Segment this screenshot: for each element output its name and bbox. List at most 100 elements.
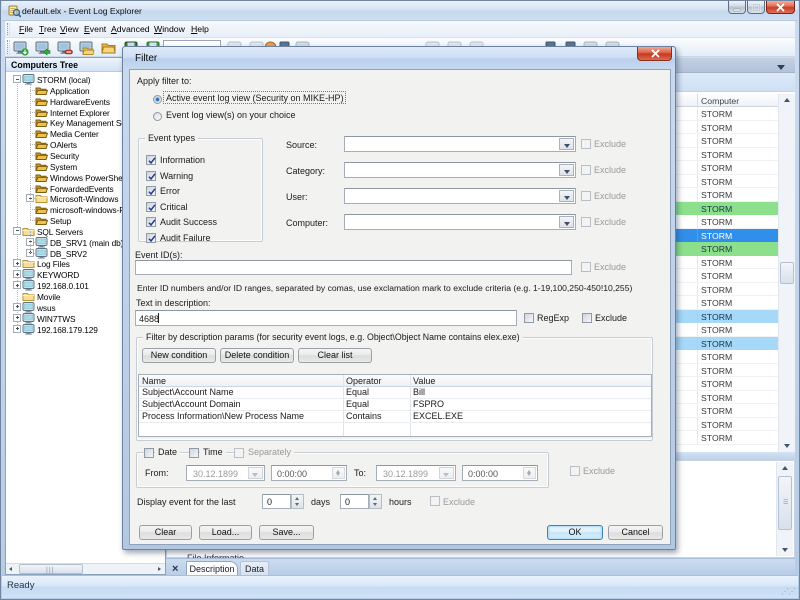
connect-computer-icon[interactable] — [13, 40, 29, 56]
tree-item-label[interactable]: SQL Servers — [37, 227, 83, 237]
text-in-description-input[interactable]: 4688 — [135, 310, 517, 326]
radio-active-view[interactable] — [153, 95, 162, 104]
tree-item-label[interactable]: Security — [50, 151, 79, 161]
delete-condition-button[interactable]: Delete condition — [220, 348, 294, 363]
days-input[interactable]: 0 — [262, 494, 291, 509]
menu-advanced[interactable]: Advanced — [111, 24, 150, 34]
hours-spinner[interactable] — [369, 494, 382, 509]
expand-icon[interactable] — [13, 303, 21, 311]
expand-icon[interactable] — [13, 259, 21, 267]
to-date-picker[interactable]: 30.12.1899 — [376, 465, 456, 481]
tree-item-label[interactable]: WIN7TWS — [37, 314, 75, 324]
date-exclude-checkbox[interactable] — [570, 466, 580, 476]
category-dropdown-icon[interactable] — [559, 164, 574, 176]
source-dropdown-icon[interactable] — [559, 138, 574, 150]
scroll-right-button[interactable] — [154, 564, 165, 574]
user-dropdown-icon[interactable] — [559, 190, 574, 202]
tree-item-label[interactable]: STORM (local) — [37, 75, 90, 85]
tree-item-label[interactable]: OAlerts — [50, 140, 77, 150]
tree-item-label[interactable]: Media Center — [50, 129, 99, 139]
computer-exclude-checkbox[interactable] — [581, 217, 591, 227]
grid-vertical-scrollbar[interactable] — [778, 94, 795, 452]
clear-list-button[interactable]: Clear list — [298, 348, 372, 363]
save-button[interactable]: Save... — [259, 525, 314, 540]
user-exclude-checkbox[interactable] — [581, 191, 591, 201]
tree-item-label[interactable]: Internet Explorer — [50, 108, 110, 118]
scroll-thumb[interactable]: ||| — [19, 564, 83, 574]
open-file-icon[interactable] — [101, 40, 117, 56]
menu-event[interactable]: Event — [84, 24, 106, 34]
radio-choice-view[interactable] — [153, 112, 162, 121]
grid-column-computer[interactable]: Computer — [701, 96, 739, 106]
collapse-icon[interactable] — [13, 75, 21, 83]
close-description-icon[interactable]: × — [172, 563, 178, 575]
menubar-grip[interactable] — [7, 23, 10, 35]
to-time-spinner[interactable] — [523, 467, 536, 479]
col-value[interactable]: Value — [413, 376, 435, 386]
text-exclude-checkbox[interactable] — [582, 313, 592, 323]
disconnect-computer-icon[interactable] — [57, 40, 73, 56]
source-exclude-checkbox[interactable] — [581, 139, 591, 149]
open-log-icon[interactable] — [79, 40, 95, 56]
tree-item-label[interactable]: 192.168.179.129 — [37, 325, 98, 335]
tree-item-label[interactable]: System — [50, 162, 77, 172]
dialog-title-bar[interactable]: Filter — [123, 47, 675, 69]
category-exclude-checkbox[interactable] — [581, 165, 591, 175]
desc-scroll-up[interactable] — [777, 462, 793, 475]
tree-item-label[interactable]: DB_SRV1 (main db) — [50, 238, 123, 248]
from-time-spinner[interactable] — [332, 467, 345, 479]
radio-choice-label[interactable]: Event log view(s) on your choice — [166, 110, 296, 120]
tree-item-label[interactable]: KEYWORD — [37, 270, 79, 280]
tree-item-label[interactable]: DB_SRV2 — [50, 249, 87, 259]
event-ids-input[interactable] — [135, 260, 572, 275]
expand-icon[interactable] — [13, 270, 21, 278]
tree-item-label[interactable]: 192.168.0.101 — [37, 281, 89, 291]
tree-item-label[interactable]: Microsoft-Windows — [50, 194, 118, 204]
hours-input[interactable]: 0 — [340, 494, 369, 509]
condition-row[interactable]: Subject\Account DomainEqualFSPRO — [139, 399, 651, 411]
radio-active-label[interactable]: Active event log view (Security on MIKE-… — [166, 93, 344, 103]
tree-item-label[interactable]: wsus — [37, 303, 56, 313]
menu-help[interactable]: Help — [191, 24, 209, 34]
grid-scroll-up[interactable] — [779, 94, 795, 107]
source-combobox[interactable] — [344, 136, 576, 152]
expand-icon[interactable] — [13, 281, 21, 289]
separately-checkbox[interactable] — [234, 448, 244, 458]
description-scrollbar[interactable]: ☰ — [776, 462, 793, 556]
col-operator[interactable]: Operator — [346, 376, 382, 386]
from-date-picker[interactable]: 30.12.1899 — [186, 465, 265, 481]
new-condition-button[interactable]: New condition — [142, 348, 216, 363]
category-combobox[interactable] — [344, 162, 576, 178]
date-checkbox[interactable] — [144, 448, 154, 458]
menu-view[interactable]: View — [60, 24, 79, 34]
tree-item-label[interactable]: Application — [50, 86, 90, 96]
desc-scroll-thumb[interactable]: ☰ — [778, 476, 792, 530]
condition-row[interactable]: Process Information\New Process NameCont… — [139, 411, 651, 423]
menu-file[interactable]: File — [19, 24, 33, 34]
menu-window[interactable]: Window — [154, 24, 185, 34]
from-time-field[interactable]: 0:00:00 — [271, 465, 347, 481]
tree-item-label[interactable]: Log Files — [37, 259, 70, 269]
tree-item-label[interactable]: HardwareEvents — [50, 97, 110, 107]
user-combobox[interactable] — [344, 188, 576, 204]
computer-dropdown-icon[interactable] — [559, 216, 574, 228]
col-name[interactable]: Name — [142, 376, 166, 386]
display-exclude-checkbox[interactable] — [430, 496, 440, 506]
days-spinner[interactable] — [291, 494, 304, 509]
tab-list-dropdown-icon[interactable] — [777, 65, 785, 70]
event-ids-exclude-checkbox[interactable] — [581, 262, 591, 272]
event-type-checkbox-audit-success[interactable] — [146, 217, 156, 227]
tree-item-label[interactable]: microsoft-windows-Re — [50, 205, 130, 215]
computer-combobox[interactable] — [344, 214, 576, 230]
maximize-button[interactable] — [747, 1, 765, 14]
desc-scroll-down[interactable] — [777, 543, 793, 556]
to-date-dropdown-icon[interactable] — [439, 467, 454, 479]
open-remote-computer-icon[interactable] — [35, 40, 51, 56]
event-type-checkbox-critical[interactable] — [146, 202, 156, 212]
scroll-left-button[interactable] — [6, 564, 17, 574]
collapse-icon[interactable] — [13, 227, 21, 235]
grid-scroll-thumb[interactable] — [780, 262, 794, 284]
dialog-close-button[interactable] — [637, 47, 672, 61]
from-date-dropdown-icon[interactable] — [248, 467, 263, 479]
tree-item-label[interactable]: ForwardedEvents — [50, 184, 114, 194]
